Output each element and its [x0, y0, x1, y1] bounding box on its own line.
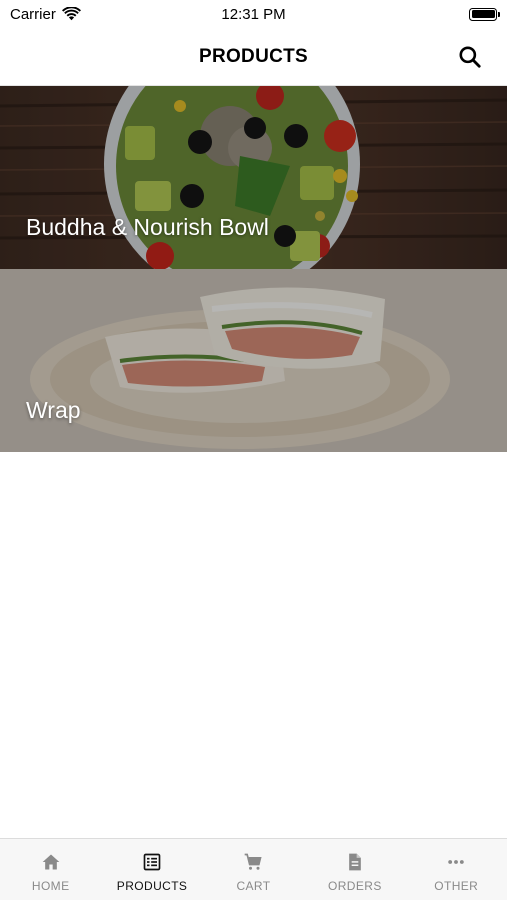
page-title: PRODUCTS [198, 45, 308, 67]
cart-icon [242, 851, 264, 873]
nav-bar: PRODUCTS [0, 28, 507, 86]
app-screen: Carrier 12:31 PM PRODUCTS Buddha & Nouri… [0, 0, 507, 900]
tab-label: HOME [31, 879, 70, 893]
tab-label: CART [236, 879, 271, 893]
carrier-label: Carrier [10, 5, 56, 23]
tab-label: OTHER [434, 879, 479, 893]
tab-label: PRODUCTS [116, 879, 188, 893]
product-name: Wrap [26, 397, 81, 423]
product-name: Buddha & Nourish Bowl [26, 214, 269, 240]
tab-cart[interactable]: CART [203, 839, 304, 893]
wifi-icon [61, 7, 81, 21]
tab-home[interactable]: HOME [0, 839, 101, 893]
document-icon [344, 851, 366, 873]
status-left: Carrier [10, 6, 81, 23]
search-icon[interactable] [457, 44, 483, 70]
product-card-wrap[interactable]: Wrap [0, 269, 507, 452]
home-icon [40, 851, 62, 873]
tab-label: ORDERS [327, 879, 382, 893]
tab-other[interactable]: OTHER [406, 839, 507, 893]
tab-bar: HOME PRODUCTS CART ORDERS OTHER [0, 838, 507, 900]
product-card-buddha-bowl[interactable]: Buddha & Nourish Bowl [0, 86, 507, 269]
more-icon [445, 851, 467, 873]
tab-orders[interactable]: ORDERS [304, 839, 405, 893]
image-overlay [0, 86, 507, 269]
status-bar: Carrier 12:31 PM [0, 0, 507, 28]
list-icon [141, 851, 163, 873]
tab-products[interactable]: PRODUCTS [102, 839, 203, 893]
battery-icon [469, 7, 500, 21]
product-list: Buddha & Nourish Bowl Wrap [0, 86, 507, 452]
image-overlay [0, 269, 507, 452]
